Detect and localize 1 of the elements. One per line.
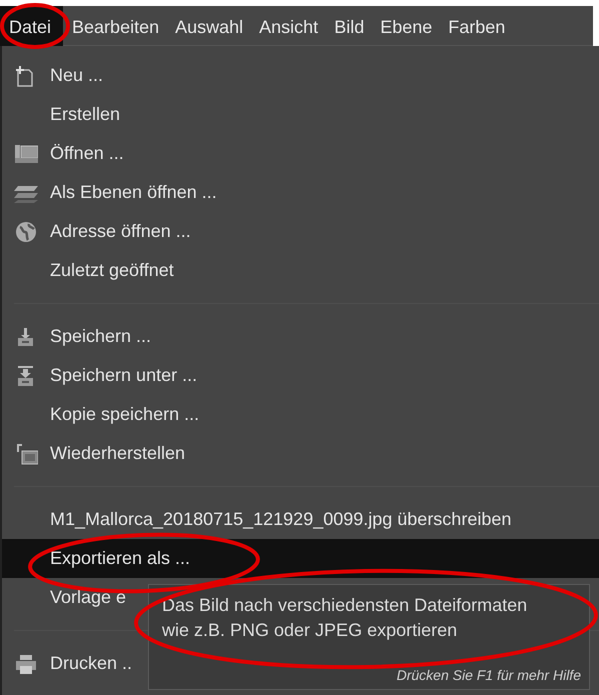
- help-hint: Drücken Sie F1 für mehr Hilfe: [396, 666, 581, 685]
